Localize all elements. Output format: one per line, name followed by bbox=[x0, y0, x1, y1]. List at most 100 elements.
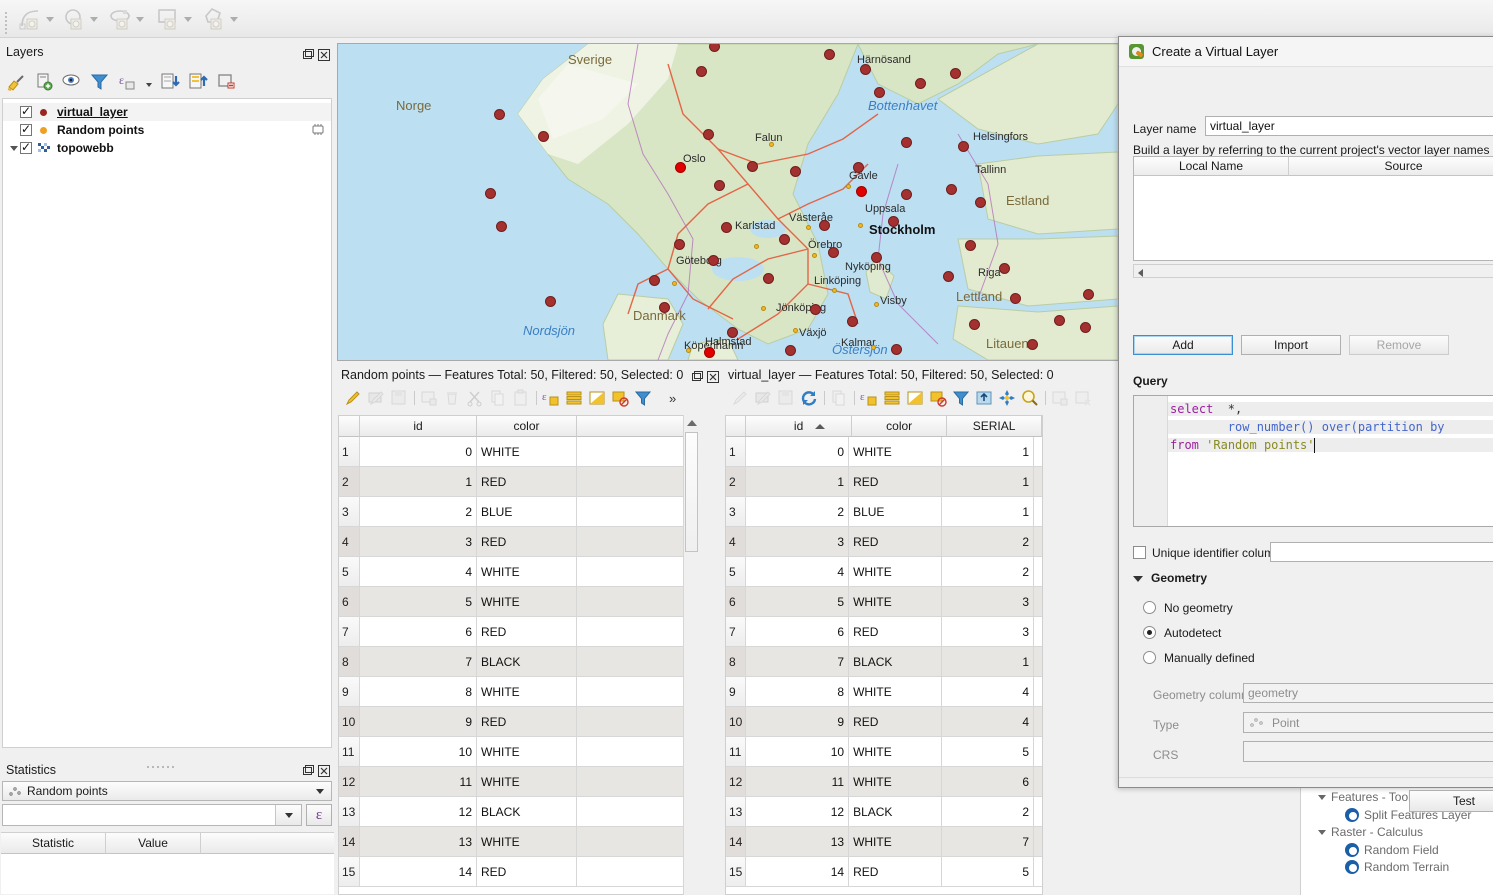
cell-id[interactable]: 1 bbox=[745, 467, 850, 497]
map-point-feature[interactable] bbox=[494, 109, 505, 120]
manage-layer-visibility-icon[interactable] bbox=[62, 72, 82, 92]
close-icon[interactable] bbox=[706, 370, 719, 383]
cell-color[interactable]: RED bbox=[849, 467, 942, 497]
cell-color[interactable]: WHITE bbox=[477, 557, 577, 587]
filter-legend-expression-icon[interactable]: ε bbox=[118, 72, 138, 92]
layer-item-topowebb[interactable]: topowebb bbox=[3, 139, 331, 157]
cell-color[interactable]: BLACK bbox=[477, 797, 577, 827]
cell-color[interactable]: WHITE bbox=[477, 587, 577, 617]
deselect-all-icon[interactable] bbox=[611, 389, 629, 407]
cell-color[interactable]: RED bbox=[849, 707, 942, 737]
cell-serial[interactable]: 3 bbox=[941, 617, 1034, 647]
table-row[interactable]: 10 9 RED 4 bbox=[726, 707, 1042, 737]
map-point-feature[interactable] bbox=[819, 220, 830, 231]
map-point-feature[interactable] bbox=[871, 252, 882, 263]
cell-color[interactable]: WHITE bbox=[849, 737, 942, 767]
table-row[interactable]: 9 8 WHITE 4 bbox=[726, 677, 1042, 707]
row-number[interactable]: 3 bbox=[339, 497, 360, 527]
paste-features-icon[interactable] bbox=[512, 389, 530, 407]
close-icon[interactable] bbox=[317, 48, 330, 61]
toolbox-group-raster-calculus[interactable]: Raster - Calculus bbox=[1317, 825, 1423, 839]
cell-id[interactable]: 0 bbox=[360, 437, 477, 467]
cell-color[interactable]: WHITE bbox=[477, 677, 577, 707]
layer-visibility-checkbox[interactable] bbox=[20, 104, 32, 118]
radio-manually-defined[interactable] bbox=[1143, 651, 1156, 664]
row-number[interactable]: 13 bbox=[339, 797, 360, 827]
toolbox-group-features-tools[interactable]: Features - Tools bbox=[1317, 790, 1417, 804]
reload-table-icon[interactable] bbox=[800, 389, 818, 407]
dialog-title-bar[interactable]: Create a Virtual Layer bbox=[1119, 37, 1493, 67]
filter-legend-icon[interactable] bbox=[90, 72, 110, 92]
embedded-col-local-name[interactable]: Local Name bbox=[1134, 157, 1289, 176]
row-number[interactable]: 1 bbox=[339, 437, 360, 467]
right-col-serial[interactable]: SERIAL bbox=[947, 416, 1042, 437]
row-number[interactable]: 14 bbox=[726, 827, 746, 857]
cell-id[interactable]: 10 bbox=[745, 737, 850, 767]
toolbar-item-circle-digitize[interactable] bbox=[62, 7, 99, 31]
cell-id[interactable]: 11 bbox=[360, 767, 477, 797]
deselect-all-icon[interactable] bbox=[929, 389, 947, 407]
right-attribute-table[interactable]: id color SERIAL 1 0 WHITE 1 2 1 RED 1 3 2 BLUE 1 4 3 R… bbox=[725, 415, 1043, 895]
cell-color[interactable]: WHITE bbox=[477, 767, 577, 797]
table-row[interactable]: 6 5 WHITE 3 bbox=[726, 587, 1042, 617]
map-point-feature[interactable] bbox=[969, 319, 980, 330]
cell-color[interactable]: WHITE bbox=[849, 767, 942, 797]
table-row[interactable]: 11 10 WHITE bbox=[339, 737, 697, 767]
cell-color[interactable]: BLUE bbox=[477, 497, 577, 527]
cell-serial[interactable]: 5 bbox=[941, 857, 1034, 887]
cell-id[interactable]: 14 bbox=[360, 857, 477, 887]
cell-color[interactable]: RED bbox=[849, 527, 942, 557]
map-point-feature[interactable] bbox=[727, 327, 738, 338]
row-number[interactable]: 15 bbox=[339, 857, 360, 887]
open-layer-styling-icon[interactable] bbox=[6, 72, 26, 92]
chevron-down-icon[interactable] bbox=[44, 8, 55, 30]
toolbox-item-random-terrain[interactable]: Random Terrain bbox=[1345, 860, 1449, 874]
zoom-to-selection-icon[interactable] bbox=[1021, 389, 1039, 407]
delete-field-icon[interactable] bbox=[1074, 389, 1092, 407]
table-row[interactable]: 7 6 RED 3 bbox=[726, 617, 1042, 647]
cell-color[interactable]: RED bbox=[849, 857, 942, 887]
toolbar-overflow-button[interactable]: » bbox=[669, 391, 676, 406]
table-row[interactable]: 4 3 RED 2 bbox=[726, 527, 1042, 557]
cell-id[interactable]: 12 bbox=[745, 797, 850, 827]
row-number[interactable]: 4 bbox=[339, 527, 360, 557]
cell-id[interactable]: 4 bbox=[360, 557, 477, 587]
collapse-arrow-icon[interactable] bbox=[1317, 826, 1329, 838]
map-point-feature[interactable] bbox=[975, 197, 986, 208]
add-group-icon[interactable] bbox=[34, 72, 54, 92]
row-number[interactable]: 3 bbox=[726, 497, 746, 527]
cell-color[interactable]: RED bbox=[477, 857, 577, 887]
radio-autodetect[interactable] bbox=[1143, 626, 1156, 639]
row-number[interactable]: 4 bbox=[726, 527, 746, 557]
cell-id[interactable]: 13 bbox=[745, 827, 850, 857]
row-number[interactable]: 6 bbox=[726, 587, 746, 617]
row-number[interactable]: 9 bbox=[726, 677, 746, 707]
cut-features-icon[interactable] bbox=[466, 389, 484, 407]
cell-color[interactable]: RED bbox=[849, 617, 942, 647]
map-point-feature[interactable] bbox=[847, 316, 858, 327]
table-row[interactable]: 12 11 WHITE 6 bbox=[726, 767, 1042, 797]
table-row[interactable]: 8 7 BLACK 1 bbox=[726, 647, 1042, 677]
row-number[interactable]: 5 bbox=[339, 557, 360, 587]
map-point-feature[interactable] bbox=[1083, 289, 1094, 300]
cell-id[interactable]: 9 bbox=[360, 707, 477, 737]
cell-id[interactable]: 1 bbox=[360, 467, 477, 497]
map-point-feature[interactable] bbox=[860, 64, 871, 75]
cell-id[interactable]: 5 bbox=[745, 587, 850, 617]
cell-id[interactable]: 4 bbox=[745, 557, 850, 587]
map-point-feature[interactable] bbox=[747, 161, 758, 172]
cell-color[interactable]: RED bbox=[477, 617, 577, 647]
table-row[interactable]: 1 0 WHITE bbox=[339, 437, 697, 467]
left-table-scrollbar[interactable] bbox=[683, 415, 699, 895]
sql-query-editor[interactable]: 1 2 3 select *, row_number() over(partit… bbox=[1133, 395, 1493, 527]
map-point-feature[interactable] bbox=[853, 162, 864, 173]
row-number[interactable]: 5 bbox=[726, 557, 746, 587]
collapse-arrow-icon[interactable] bbox=[7, 139, 20, 157]
add-button[interactable]: Add bbox=[1133, 335, 1233, 355]
row-number[interactable]: 7 bbox=[339, 617, 360, 647]
map-point-feature[interactable] bbox=[999, 263, 1010, 274]
cell-id[interactable]: 8 bbox=[745, 677, 850, 707]
undock-icon[interactable] bbox=[301, 48, 314, 61]
statistics-field-input[interactable] bbox=[2, 804, 302, 826]
close-icon[interactable] bbox=[317, 764, 330, 777]
